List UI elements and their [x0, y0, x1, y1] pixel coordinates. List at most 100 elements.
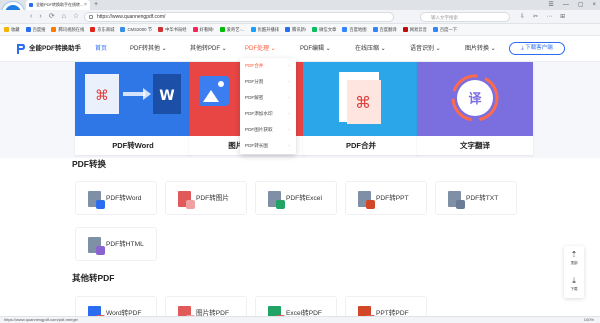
- chevron-right-icon: ›: [288, 143, 290, 148]
- card-pdf-merge[interactable]: ⌘ PDF合并: [303, 62, 419, 155]
- dropdown-item[interactable]: PDF转长图 ›: [240, 138, 296, 154]
- bookmark-item[interactable]: 百度地图: [342, 26, 367, 33]
- chevron-right-icon: ›: [288, 63, 290, 68]
- tool-card[interactable]: PDF转PPT: [345, 181, 427, 215]
- bookmark-item[interactable]: 收藏: [4, 27, 20, 33]
- reload-button[interactable]: ⟳: [49, 10, 55, 24]
- download-client-button[interactable]: ⤓ 下载客户端: [509, 42, 565, 55]
- dropdown-item-label: PDF合并: [245, 63, 264, 68]
- format-badge-icon: [96, 246, 105, 255]
- bookmark-label: 优酷开播排: [257, 26, 280, 32]
- bookmark-item[interactable]: 优酷开播排: [250, 26, 280, 33]
- minimize-button[interactable]: —: [563, 0, 569, 10]
- format-badge-icon: [96, 200, 105, 209]
- browser-tab[interactable]: 全能PDF转换助手在线转...: [26, 0, 90, 10]
- dropdown-item-label: PDF分割: [245, 79, 264, 84]
- bookmark-item[interactable]: 百度搜: [25, 27, 45, 33]
- bookmark-item[interactable]: 百度翻译: [372, 26, 397, 33]
- search-input[interactable]: 输入文字搜索: [420, 12, 510, 22]
- bookmark-favicon-icon: [4, 27, 9, 32]
- site-logo-icon[interactable]: [16, 43, 26, 55]
- bookmark-favicon-icon: [158, 27, 164, 32]
- favorite-button[interactable]: ☆: [73, 10, 79, 24]
- download-icon[interactable]: ⇩: [520, 10, 525, 24]
- tool-card[interactable]: PDF转Excel: [255, 181, 337, 215]
- bookmark-item[interactable]: 微信文章: [312, 27, 336, 33]
- dropdown-item-label: PDF添加水印: [245, 111, 273, 116]
- tool-card[interactable]: PDF转Word: [75, 181, 157, 215]
- back-button[interactable]: ‹: [30, 10, 32, 24]
- nav-item-0[interactable]: 首页: [95, 36, 107, 62]
- new-tab-button[interactable]: +: [94, 0, 98, 10]
- nav-item-7[interactable]: 图片转换 ⌄: [465, 36, 496, 62]
- bookmark-item[interactable]: 京东商城: [90, 27, 114, 33]
- bookmark-label: 京东商城: [97, 26, 115, 32]
- dropdown-item-label: PDF转长图: [245, 143, 268, 148]
- bookmark-label: 中华书局经: [165, 26, 187, 32]
- tool-label: PDF转TXT: [466, 195, 499, 202]
- screenshot-icon[interactable]: ✂: [533, 10, 538, 24]
- card-label: PDF转Word: [112, 141, 154, 150]
- dropdown-item-label: PDF解密: [245, 95, 264, 100]
- bookmark-label: 腾讯视频在线: [58, 26, 85, 32]
- zoom-level[interactable]: 100%: [584, 317, 594, 323]
- bookmark-label: 百度地图: [349, 26, 367, 32]
- bookmark-favicon-icon: [250, 27, 256, 32]
- bookmark-item[interactable]: 爱奇艺·...: [219, 27, 245, 33]
- home-button[interactable]: ⌂: [62, 10, 66, 24]
- dropdown-item[interactable]: PDF分割 ›: [240, 74, 296, 90]
- nav-item-1[interactable]: PDF转其他 ⌄: [130, 36, 167, 62]
- close-window-button[interactable]: ×: [592, 0, 596, 10]
- bookmark-item[interactable]: 好看网!: [192, 27, 214, 33]
- bookmark-favicon-icon: [120, 27, 126, 32]
- tool-card[interactable]: PDF转TXT: [435, 181, 517, 215]
- menu-icon[interactable]: ☰: [548, 0, 553, 10]
- nav-item-5[interactable]: 在线压缩 ⌄: [355, 36, 386, 62]
- apps-icon[interactable]: ⊞: [560, 10, 565, 24]
- file-type-icon: [88, 237, 105, 255]
- card-pdf-to-word[interactable]: ⌘ W PDF转Word: [75, 62, 191, 155]
- bookmark-label: 收藏: [11, 26, 20, 32]
- bookmark-item[interactable]: 中华书局经: [158, 26, 187, 33]
- bookmark-favicon-icon: [219, 27, 225, 32]
- download-icon: ⤓: [572, 276, 576, 285]
- format-badge-icon: [366, 200, 375, 209]
- url-input[interactable]: https://www.quannengpdf.com/: [84, 12, 394, 22]
- dropdown-item[interactable]: PDF图片获取 ›: [240, 122, 296, 138]
- nav-item-2[interactable]: 其他转PDF ⌄: [190, 36, 227, 62]
- site-header: 全能PDF转换助手 首页 PDF转其他 ⌄ 其他转PDF ⌄ PDF处理 ⌄ PDF编辑…: [0, 36, 600, 62]
- hero-cards: ⌘ W PDF转Word 图片转PDF ⌘ PDF合并 译: [0, 62, 600, 158]
- float-label: 顶部: [570, 261, 578, 265]
- tool-card[interactable]: PDF转图片: [165, 181, 247, 215]
- chevron-right-icon: ›: [288, 111, 290, 116]
- bookmark-item[interactable]: 腾讯视频在线: [51, 27, 84, 33]
- card-text-translate[interactable]: 译 文字翻译: [417, 62, 533, 155]
- tab-close-icon[interactable]: ×: [84, 0, 87, 10]
- tool-card[interactable]: PDF转HTML: [75, 227, 157, 261]
- bookmark-label: 百度翻译: [379, 26, 397, 32]
- nav-item-4[interactable]: PDF编辑 ⌄: [300, 36, 331, 62]
- bookmark-favicon-icon: [192, 27, 198, 32]
- float-toolbar: ⇡ 顶部 ⤓ 下载: [564, 246, 584, 298]
- format-badge-icon: [276, 200, 285, 209]
- bookmark-item[interactable]: 网易云音: [402, 27, 427, 33]
- bookmark-item[interactable]: 百度一下: [432, 27, 457, 33]
- browser-tool-icons: ⇩ ✂ ⋯ ⊞: [520, 10, 565, 24]
- site-name[interactable]: 全能PDF转换助手: [29, 43, 81, 55]
- maximize-button[interactable]: ▢: [578, 0, 584, 10]
- file-type-icon: [88, 191, 105, 209]
- dropdown-item[interactable]: PDF合并 ›: [240, 58, 296, 74]
- bookmark-item[interactable]: 腾讯新!: [285, 27, 306, 33]
- bookmark-item[interactable]: CMS2000 节: [120, 27, 152, 33]
- file-type-icon: [178, 191, 195, 209]
- dropdown-item[interactable]: PDF解密 ›: [240, 90, 296, 106]
- back-to-top-button[interactable]: ⇡ 顶部: [564, 246, 584, 272]
- download-float-button[interactable]: ⤓ 下载: [564, 272, 584, 298]
- more-icon[interactable]: ⋯: [546, 10, 552, 24]
- forward-button[interactable]: ›: [39, 10, 41, 24]
- tool-label: PDF转PPT: [376, 195, 409, 202]
- url-text: https://www.quannengpdf.com/: [97, 14, 166, 20]
- nav-item-6[interactable]: 语音识别 ⌄: [410, 36, 441, 62]
- dropdown-item[interactable]: PDF添加水印 ›: [240, 106, 296, 122]
- bookmark-favicon-icon: [90, 27, 96, 32]
